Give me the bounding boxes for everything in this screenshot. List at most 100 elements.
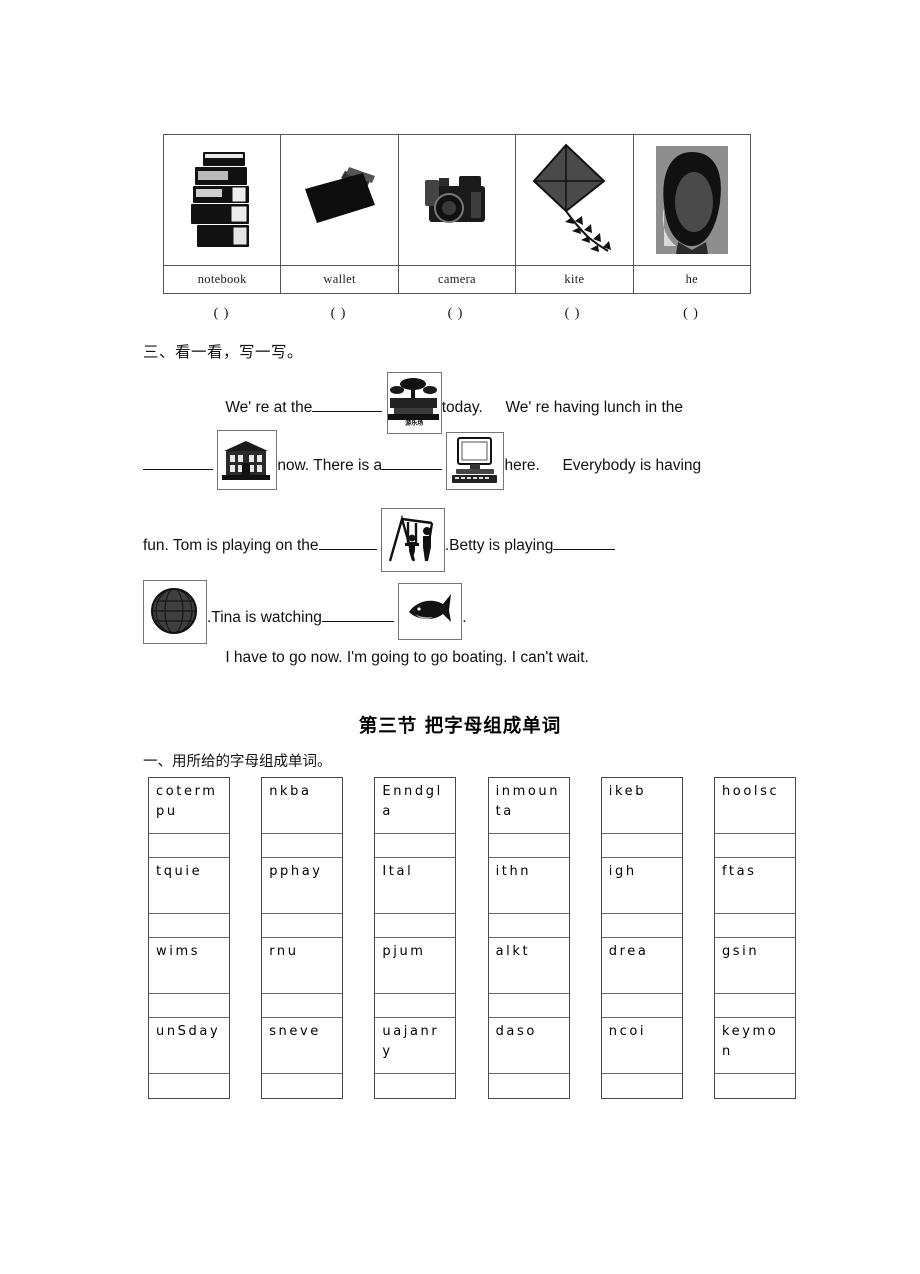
ball-art bbox=[144, 581, 204, 641]
answer-cell[interactable] bbox=[714, 834, 795, 858]
line2-text-b: here. bbox=[504, 457, 540, 474]
stack-of-books-image bbox=[191, 152, 250, 247]
picture-cell-wallet bbox=[280, 134, 399, 266]
wallet-image bbox=[304, 167, 375, 223]
scramble-cell: ncoi bbox=[601, 1018, 682, 1074]
answer-paren-5[interactable]: ( ) bbox=[631, 306, 751, 322]
fill-in-blank-paragraph: We' re at the 游乐场 today. We' re having l… bbox=[143, 372, 783, 676]
letter-scramble-grid: cotermpu tquie wims unSday nkba pphay rn… bbox=[148, 777, 796, 1099]
computer-image bbox=[446, 432, 505, 490]
scramble-cell: keymon bbox=[714, 1018, 795, 1074]
letter-column-3: Enndgla Ital pjum uajanry bbox=[374, 777, 457, 1099]
line1-text-c: We' re having lunch in the bbox=[505, 399, 684, 416]
answer-cell[interactable] bbox=[489, 1074, 569, 1098]
section-three-title: 第三节 把字母组成单词 bbox=[358, 716, 562, 737]
word-label-wallet: wallet bbox=[280, 265, 399, 294]
answer-paren-2[interactable]: ( ) bbox=[280, 306, 397, 322]
answer-cell[interactable] bbox=[149, 1074, 229, 1098]
scramble-cell: alkt bbox=[488, 938, 569, 994]
line4-text-a: .Tina is watching bbox=[207, 609, 322, 626]
picture-table: notebook wallet camera kite he bbox=[162, 134, 752, 294]
answer-parens-row: ( ) ( ) ( ) ( ) ( ) bbox=[163, 306, 751, 322]
answer-cell[interactable] bbox=[375, 1074, 455, 1098]
scramble-cell: tquie bbox=[149, 858, 229, 914]
kite-image bbox=[532, 143, 612, 252]
answer-cell[interactable] bbox=[601, 994, 682, 1018]
answer-cell[interactable] bbox=[149, 994, 229, 1018]
answer-cell[interactable] bbox=[375, 834, 456, 858]
blank-2[interactable] bbox=[143, 454, 213, 470]
letter-column-1: cotermpu tquie wims unSday bbox=[148, 777, 230, 1099]
word-row: notebook wallet camera kite he bbox=[162, 265, 752, 294]
scramble-cell: rnu bbox=[262, 938, 343, 994]
blank-5[interactable] bbox=[553, 534, 616, 550]
line2-text-c: Everybody is having bbox=[562, 457, 702, 474]
camera-image bbox=[424, 176, 485, 223]
answer-cell[interactable] bbox=[149, 834, 229, 858]
section-three-instruction: 一、用所给的字母组成单词。 bbox=[143, 754, 332, 770]
scramble-cell: pjum bbox=[375, 938, 456, 994]
blank-6[interactable] bbox=[321, 606, 394, 622]
scramble-cell: hoolsc bbox=[714, 778, 795, 834]
scramble-cell: nkba bbox=[262, 778, 343, 834]
line5-text: I have to go now. I'm going to go boatin… bbox=[225, 649, 589, 666]
scramble-cell: daso bbox=[488, 1018, 569, 1074]
scramble-cell: Ital bbox=[375, 858, 456, 914]
fish-image bbox=[398, 583, 463, 640]
blank-1[interactable] bbox=[312, 396, 383, 412]
scramble-cell: igh bbox=[601, 858, 682, 914]
scramble-cell: ftas bbox=[714, 858, 795, 914]
line1-text-b: today. bbox=[441, 399, 483, 416]
answer-cell[interactable] bbox=[375, 994, 456, 1018]
girl-head-image bbox=[655, 146, 728, 254]
picture-cell-camera bbox=[397, 134, 517, 266]
word-label-camera: camera bbox=[397, 265, 517, 294]
answer-paren-3[interactable]: ( ) bbox=[397, 306, 514, 322]
swing-set-art bbox=[381, 509, 442, 569]
scramble-cell: cotermpu bbox=[149, 778, 229, 834]
answer-cell[interactable] bbox=[488, 834, 569, 858]
picture-cell-he bbox=[632, 134, 752, 266]
exercise-three-heading: 三、看一看，写一写。 bbox=[143, 343, 304, 361]
answer-cell[interactable] bbox=[714, 994, 795, 1018]
answer-cell[interactable] bbox=[262, 994, 343, 1018]
answer-cell[interactable] bbox=[601, 914, 682, 938]
answer-paren-4[interactable]: ( ) bbox=[514, 306, 631, 322]
swing-set-image bbox=[380, 508, 445, 572]
picture-row bbox=[162, 134, 752, 266]
scramble-cell: unSday bbox=[149, 1018, 229, 1074]
answer-cell[interactable] bbox=[715, 1074, 795, 1098]
picture-cell-kite bbox=[515, 134, 634, 266]
school-building-image bbox=[217, 430, 278, 490]
answer-cell[interactable] bbox=[488, 914, 569, 938]
scramble-cell: inmounta bbox=[488, 778, 569, 834]
answer-cell[interactable] bbox=[714, 914, 795, 938]
word-label-notebook: notebook bbox=[162, 265, 282, 294]
school-building-art bbox=[218, 431, 275, 487]
answer-cell[interactable] bbox=[262, 914, 343, 938]
blank-3[interactable] bbox=[382, 454, 443, 470]
line2-text-a: now. There is a bbox=[277, 457, 383, 474]
fish-art bbox=[399, 584, 460, 637]
scramble-cell: ikeb bbox=[601, 778, 682, 834]
letter-column-5: ikeb igh drea ncoi bbox=[600, 777, 683, 1099]
scramble-cell: ithn bbox=[488, 858, 569, 914]
answer-cell[interactable] bbox=[488, 994, 569, 1018]
letter-column-4: inmounta ithn alkt daso bbox=[487, 777, 570, 1099]
answer-cell[interactable] bbox=[601, 834, 682, 858]
computer-art bbox=[447, 433, 502, 487]
answer-cell[interactable] bbox=[149, 914, 229, 938]
blank-4[interactable] bbox=[318, 534, 377, 550]
line3-text-b: .Betty is playing bbox=[444, 537, 554, 554]
scramble-cell: wims bbox=[149, 938, 229, 994]
answer-cell[interactable] bbox=[262, 834, 343, 858]
answer-paren-1[interactable]: ( ) bbox=[163, 306, 280, 322]
word-label-he: he bbox=[632, 265, 752, 294]
scramble-cell: drea bbox=[601, 938, 682, 994]
answer-cell[interactable] bbox=[602, 1074, 682, 1098]
amusement-park-caption: 游乐场 bbox=[405, 420, 424, 427]
answer-cell[interactable] bbox=[375, 914, 456, 938]
line4-text-b: . bbox=[462, 609, 467, 626]
answer-cell[interactable] bbox=[262, 1074, 342, 1098]
picture-cell-notebook bbox=[162, 134, 282, 266]
